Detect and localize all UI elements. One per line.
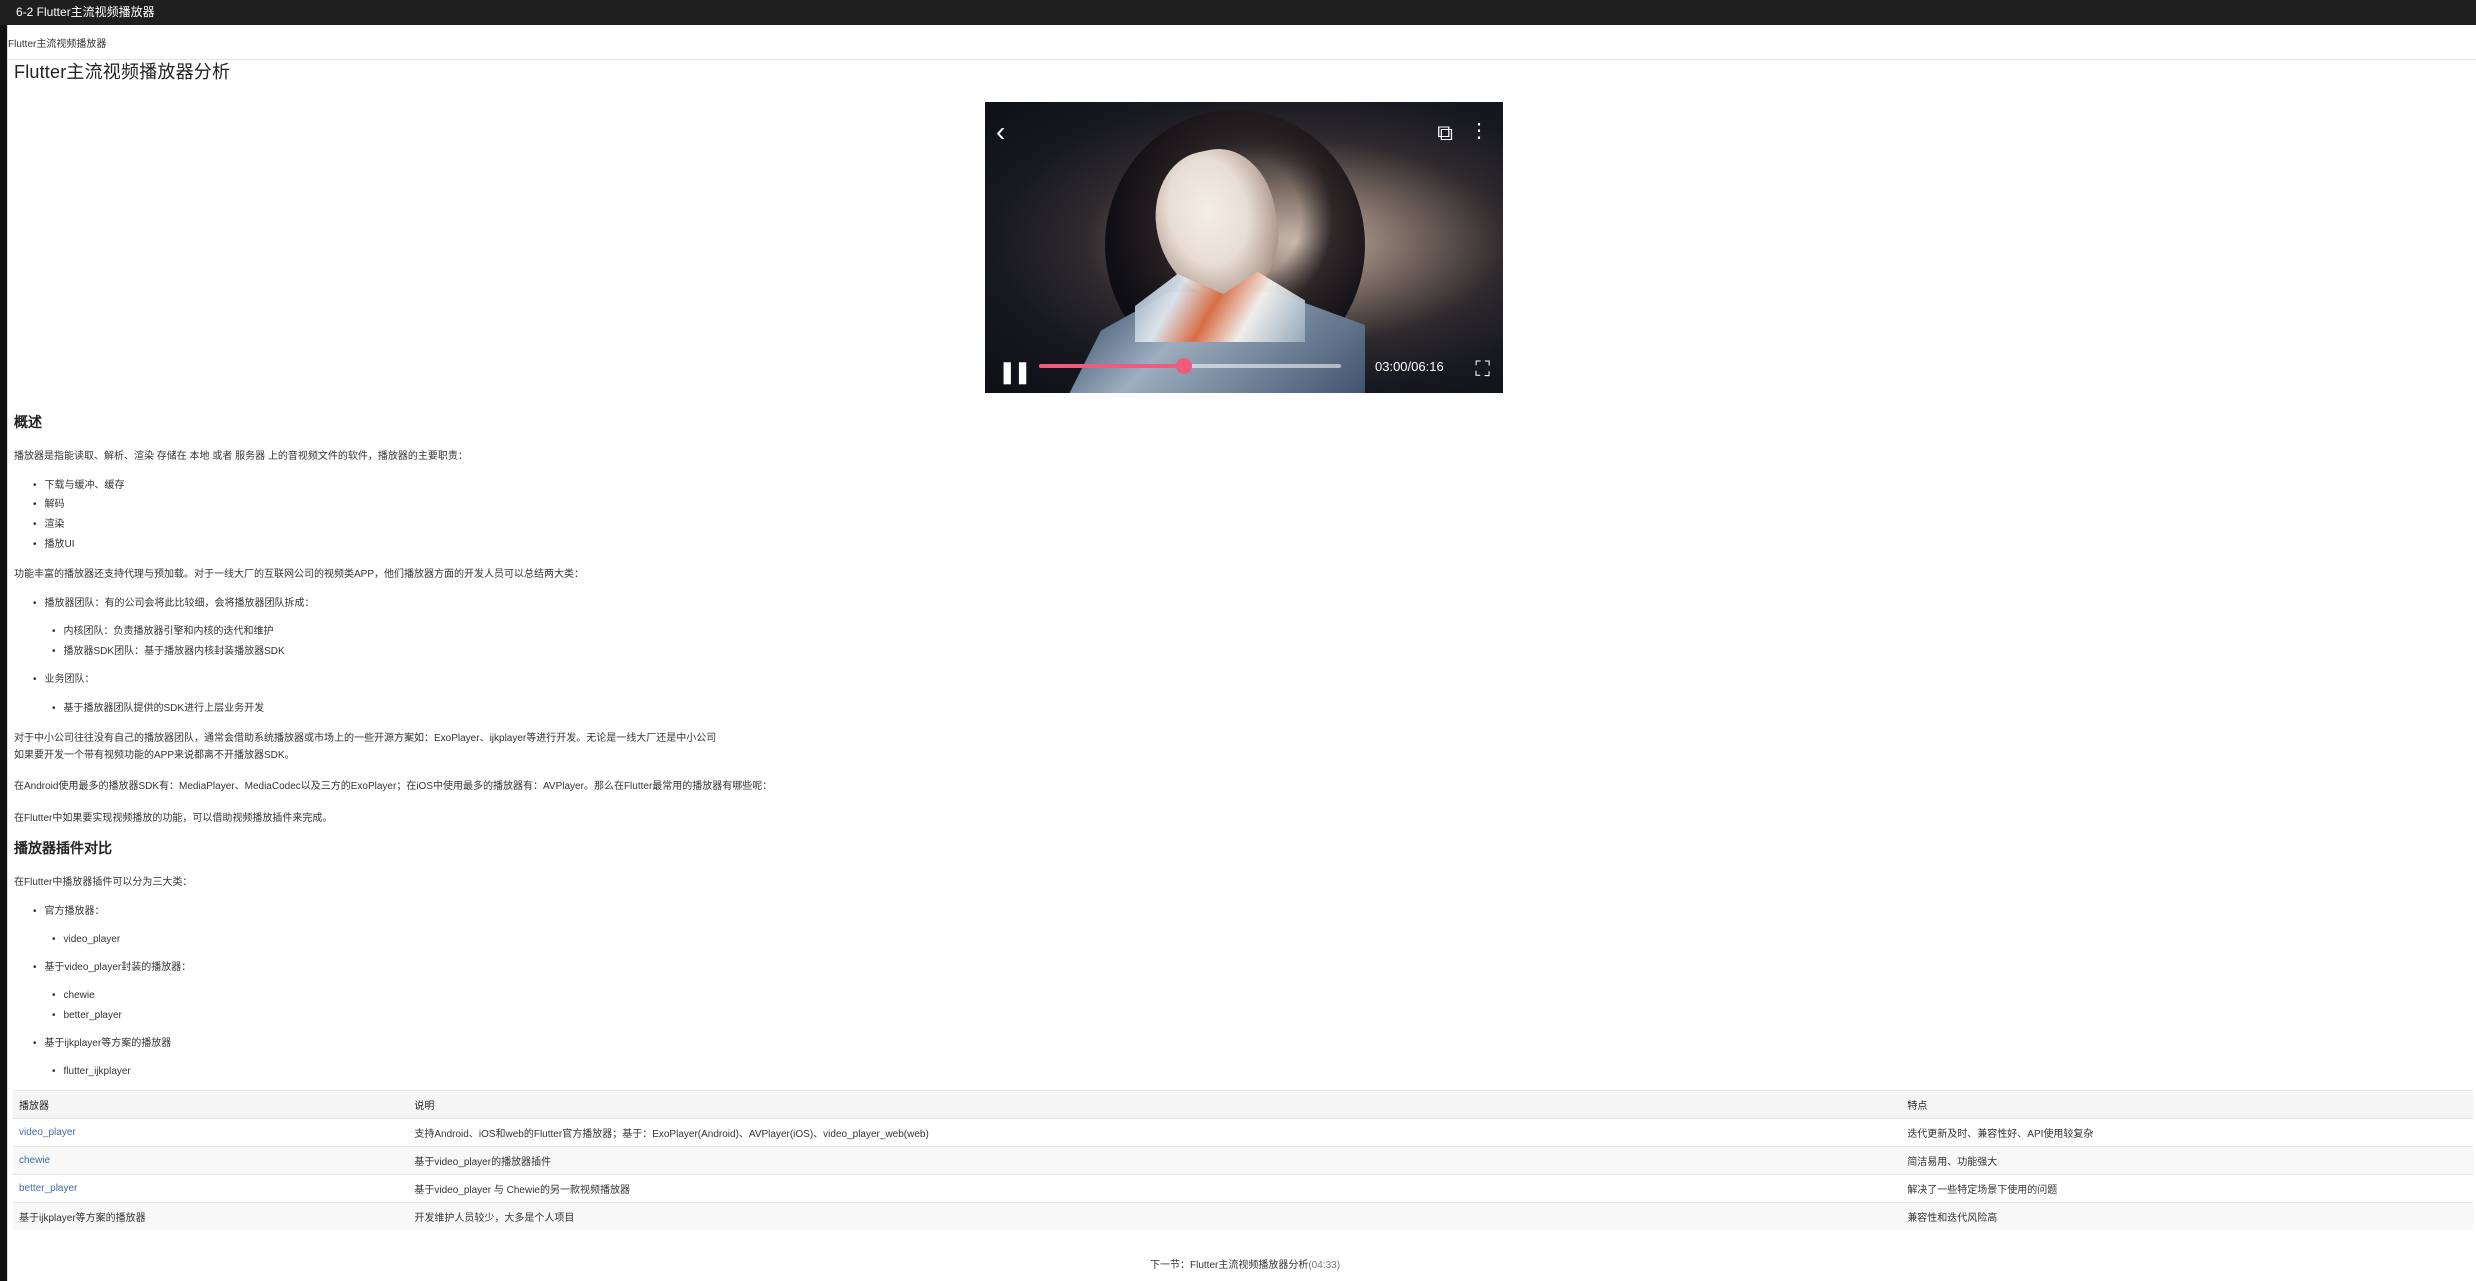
window-title: 6-2 Flutter主流视频播放器 [0, 0, 2476, 25]
list-item: 业务团队： [33, 672, 95, 688]
progress-fill [1039, 364, 1184, 368]
table-cell: 基于video_player的播放器插件 [408, 1146, 1902, 1175]
capabilities-text: 功能丰富的播放器还支持代理与预加载。对于一线大厂的互联网公司的视频类APP，他们… [14, 569, 585, 580]
list-item: 基于video_player封装的播放器： [33, 960, 192, 976]
table-header-description: 说明 [408, 1090, 1902, 1119]
more-options-icon[interactable]: ⋮ [1469, 121, 1489, 141]
table-header-features: 特点 [1901, 1090, 2473, 1119]
player-link[interactable]: better_player [13, 1174, 409, 1203]
comparison-heading: 播放器插件对比 [14, 840, 112, 856]
table-row: video_player 支持Android、iOS和web的Flutter官方… [13, 1118, 2473, 1147]
table-cell: 简洁易用、功能强大 [1901, 1146, 2473, 1175]
player-link[interactable]: video_player [13, 1118, 409, 1147]
overview-heading: 概述 [14, 414, 42, 430]
classification-text: 在Flutter中播放器插件可以分为三大类： [14, 877, 193, 888]
progress-slider[interactable] [1039, 358, 1341, 374]
page-title: Flutter主流视频播放器分析 [14, 62, 231, 82]
list-item: video_player [52, 932, 121, 948]
back-icon[interactable]: ‹ [996, 118, 1005, 146]
list-item: 官方播放器： [33, 904, 105, 920]
table-header-player: 播放器 [13, 1090, 409, 1119]
cast-icon[interactable]: ⧉ [1437, 122, 1453, 144]
list-item: 内核团队：负责播放器引擎和内核的迭代和维护 [52, 624, 274, 640]
table-row: better_player 基于video_player 与 Chewie的另一… [13, 1174, 2473, 1203]
table-cell: 支持Android、iOS和web的Flutter官方播放器；基于：ExoPla… [408, 1118, 1902, 1147]
table-cell: 基于ijkplayer等方案的播放器 [13, 1202, 409, 1230]
list-item: 基于播放器团队提供的SDK进行上层业务开发 [52, 701, 265, 717]
table-header-row: 播放器 说明 特点 [13, 1090, 2473, 1119]
list-item: 播放器团队：有的公司会将此比较细，会将播放器团队拆成： [33, 596, 315, 612]
list-item: 渲染 [33, 517, 65, 533]
list-item: 基于ijkplayer等方案的播放器 [33, 1036, 172, 1052]
player-link[interactable]: chewie [13, 1146, 409, 1175]
breadcrumb: Flutter主流视频播放器 [8, 39, 107, 50]
player-comparison-table: 播放器 说明 特点 video_player 支持Android、iOS和web… [13, 1090, 2473, 1230]
list-item: 播放UI [33, 537, 75, 553]
flutter-intro-text: 在Flutter中如果要实现视频播放的功能，可以借助视频播放插件来完成。 [14, 813, 333, 824]
left-edge [0, 25, 7, 1281]
table-cell: 兼容性和迭代风险高 [1901, 1202, 2473, 1230]
list-item: flutter_ijkplayer [52, 1064, 131, 1080]
next-section-title[interactable]: Flutter主流视频播放器分析 [1190, 1260, 1308, 1271]
small-company-text-2: 如果要开发一个带有视频功能的APP来说都离不开播放器SDK。 [14, 750, 295, 761]
list-item: 播放器SDK团队：基于播放器内核封装播放器SDK [52, 644, 285, 660]
list-item: chewie [52, 988, 95, 1004]
overview-intro: 播放器是指能读取、解析、渲染 存储在 本地 或者 服务器 上的音视频文件的软件，… [14, 451, 468, 462]
list-item: 解码 [33, 497, 65, 513]
progress-thumb[interactable] [1175, 358, 1192, 374]
table-cell: 迭代更新及时、兼容性好、API使用较复杂 [1901, 1118, 2473, 1147]
table-cell: 开发维护人员较少，大多是个人项目 [408, 1202, 1902, 1230]
table-row: 基于ijkplayer等方案的播放器 开发维护人员较少，大多是个人项目 兼容性和… [13, 1202, 2473, 1230]
next-section[interactable]: 下一节：Flutter主流视频播放器分析(04:33) [1150, 1256, 1340, 1271]
table-row: chewie 基于video_player的播放器插件 简洁易用、功能强大 [13, 1146, 2473, 1175]
header-divider [7, 59, 2476, 60]
list-item: 下载与缓冲、缓存 [33, 478, 125, 494]
table-cell: 解决了一些特定场景下使用的问题 [1901, 1174, 2473, 1203]
table-cell: 基于video_player 与 Chewie的另一款视频播放器 [408, 1174, 1902, 1203]
platforms-text: 在Android使用最多的播放器SDK有：MediaPlayer、MediaCo… [14, 781, 773, 792]
playback-time: 03:00/06:16 [1375, 359, 1444, 374]
video-player[interactable]: ‹ ⧉ ⋮ ❚❚ 03:00/06:16 ⛶ [985, 102, 1503, 393]
pause-icon[interactable]: ❚❚ [998, 361, 1032, 383]
next-section-duration: (04:33) [1308, 1260, 1341, 1271]
list-item: better_player [52, 1008, 122, 1024]
fullscreen-icon[interactable]: ⛶ [1475, 359, 1490, 380]
next-section-prefix: 下一节： [1150, 1260, 1190, 1271]
small-company-text-1: 对于中小公司往往没有自己的播放器团队，通常会借助系统播放器或市场上的一些开源方案… [14, 733, 717, 744]
